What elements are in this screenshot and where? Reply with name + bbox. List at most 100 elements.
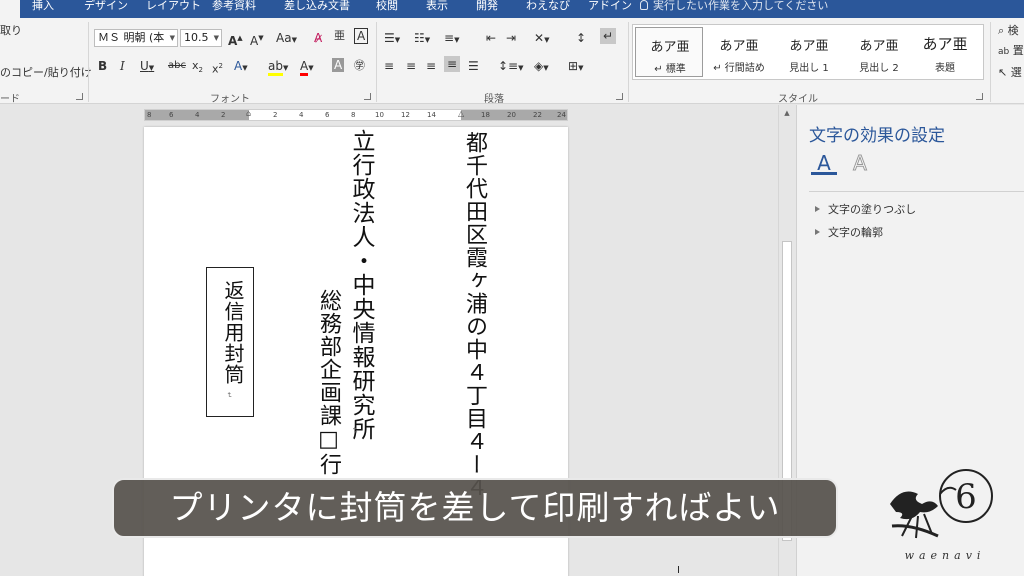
align-left-icon[interactable]: ≡ — [384, 58, 394, 74]
style-sample: あア亜 — [922, 35, 968, 53]
pane-title: 文字の効果の設定 — [809, 126, 945, 146]
return-envelope-box[interactable]: 返信用封筒 ↵ — [206, 267, 254, 417]
ruler-tick: 2 — [273, 111, 278, 119]
ruler-tick: 12 — [401, 111, 410, 119]
superscript-icon[interactable]: x2 — [212, 58, 223, 78]
phonetic-guide-icon[interactable]: 亜 — [334, 28, 345, 44]
clear-formatting-icon[interactable]: A̷ — [314, 30, 322, 46]
align-right-icon[interactable]: ≡ — [426, 58, 436, 74]
font-name-combo[interactable]: ＭＳ 明朝 (本 ▼ — [94, 29, 178, 47]
styles-launcher-icon[interactable] — [976, 93, 983, 100]
style-sample: あア亜 — [650, 40, 690, 55]
select-button[interactable]: ↖ 選 — [998, 66, 1022, 80]
bullets-icon[interactable]: ☰▼ — [384, 30, 400, 48]
scroll-up-icon[interactable]: ▲ — [779, 109, 795, 117]
section-text-outline[interactable]: 文字の輪郭 — [815, 224, 883, 240]
tab-review[interactable]: 校閲 — [376, 0, 398, 18]
ruler-tick: 18 — [481, 111, 490, 119]
ruler-tick: 4 — [195, 111, 200, 119]
department-line: 総務部企画課□行 — [316, 289, 341, 476]
tab-home[interactable] — [0, 0, 20, 18]
ruler-tick: 14 — [427, 111, 436, 119]
multilevel-list-icon[interactable]: ≡▼ — [444, 30, 459, 48]
text-effects-icon[interactable]: A▼ — [234, 58, 248, 76]
sort-icon[interactable]: ↕ — [576, 30, 586, 46]
grow-font-icon[interactable]: A▲ — [228, 30, 243, 49]
tab-layout[interactable]: レイアウト — [146, 0, 201, 18]
justify-icon[interactable]: ≡ — [444, 56, 461, 72]
cut-button[interactable]: 取り — [0, 24, 22, 38]
tab-developer[interactable]: 開発 — [476, 0, 498, 18]
ibeam-cursor-icon: Ⅰ — [677, 565, 680, 576]
logo-text: waenavi — [904, 549, 986, 562]
font-group-label: フォント — [210, 94, 250, 105]
text-effects-tab[interactable]: A — [847, 151, 873, 176]
indent-marker-icon[interactable]: ⌂ — [246, 109, 251, 119]
ruler-tick: 20 — [507, 111, 516, 119]
lightbulb-icon — [640, 0, 648, 10]
replace-button[interactable]: ab 置 — [998, 44, 1024, 59]
line-spacing-icon[interactable]: ↕≡▼ — [498, 58, 524, 76]
asian-layout-icon[interactable]: ✕▼ — [534, 30, 549, 48]
underline-icon[interactable]: U▼ — [140, 58, 154, 76]
distributed-icon[interactable]: ☰ — [468, 58, 479, 74]
style-name: 見出し 2 — [859, 63, 899, 74]
style-normal[interactable]: あア亜 ↵ 標準 — [635, 27, 703, 77]
style-name: 表題 — [935, 63, 955, 74]
text-effects-icon: A — [853, 151, 868, 176]
chevron-down-icon: ▼ — [213, 34, 219, 42]
horizontal-ruler[interactable]: 8 6 4 2 2 4 6 8 10 12 14 18 20 22 24 ⌂ △ — [144, 109, 568, 121]
logo-mark: 6 — [955, 477, 977, 517]
style-heading-2[interactable]: あア亜 見出し 2 — [845, 27, 913, 77]
pane-divider — [809, 191, 1024, 192]
strikethrough-icon[interactable]: abc — [168, 58, 186, 74]
align-center-icon[interactable]: ≡ — [406, 58, 416, 74]
format-painter-button[interactable]: のコピー/貼り付け — [0, 66, 92, 80]
italic-icon[interactable]: I — [120, 58, 125, 74]
section-label: 文字の塗りつぶし — [828, 203, 917, 216]
change-case-icon[interactable]: Aa▼ — [276, 30, 297, 48]
shading-icon[interactable]: ◈▼ — [534, 58, 549, 76]
style-title[interactable]: あア亜 表題 — [911, 27, 979, 77]
numbering-icon[interactable]: ☷▼ — [414, 30, 430, 48]
tab-references[interactable]: 参考資料 — [212, 0, 256, 18]
decrease-indent-icon[interactable]: ⇤ — [486, 30, 496, 46]
show-marks-icon[interactable]: ↵ — [600, 28, 617, 44]
font-launcher-icon[interactable] — [364, 93, 371, 100]
indent-marker-icon[interactable]: △ — [458, 109, 464, 119]
clipboard-launcher-icon[interactable] — [76, 93, 83, 100]
tab-waenavi[interactable]: わえなび — [526, 0, 570, 18]
section-text-fill[interactable]: 文字の塗りつぶし — [815, 201, 916, 217]
subscript-icon[interactable]: x2 — [192, 58, 203, 78]
enclose-characters-icon[interactable]: ㊫ — [354, 58, 365, 74]
increase-indent-icon[interactable]: ⇥ — [506, 30, 516, 46]
tab-insert[interactable]: 挿入 — [32, 0, 54, 18]
group-separator — [376, 22, 377, 102]
highlight-icon[interactable]: ab▼ — [268, 58, 288, 76]
borders-icon[interactable]: ⊞▼ — [568, 58, 583, 76]
text-fill-outline-tab[interactable]: A — [811, 151, 837, 175]
tell-me-box[interactable]: 実行したい作業を入力してください — [640, 0, 828, 14]
tab-addins[interactable]: アドイン — [588, 0, 632, 18]
ruler-tick: 4 — [299, 111, 304, 119]
paragraph-launcher-icon[interactable] — [616, 93, 623, 100]
font-size-value: 10.5 — [184, 31, 209, 44]
styles-gallery: あア亜 ↵ 標準 あア亜 ↵ 行間詰め あア亜 見出し 1 あア亜 見出し 2 … — [632, 24, 984, 80]
character-shading-icon[interactable]: A — [332, 58, 345, 72]
character-border-icon[interactable]: A — [354, 28, 369, 44]
ruler-tick: 22 — [533, 111, 542, 119]
clipboard-group-label: ード — [0, 94, 20, 105]
style-heading-1[interactable]: あア亜 見出し 1 — [775, 27, 843, 77]
font-size-combo[interactable]: 10.5 ▼ — [180, 29, 222, 47]
tab-mailings[interactable]: 差し込み文書 — [284, 0, 350, 18]
bold-icon[interactable]: B — [98, 58, 107, 74]
style-name: ↵ 行間詰め — [713, 63, 765, 74]
style-no-spacing[interactable]: あア亜 ↵ 行間詰め — [705, 27, 773, 77]
shrink-font-icon[interactable]: A▼ — [250, 30, 264, 49]
group-separator — [990, 22, 991, 102]
ruler-tick: 2 — [221, 111, 226, 119]
tab-design[interactable]: デザイン — [84, 0, 128, 18]
tab-view[interactable]: 表示 — [426, 0, 448, 18]
font-color-icon[interactable]: A▼ — [300, 58, 314, 76]
find-button[interactable]: ⌕ 検 — [998, 24, 1019, 38]
